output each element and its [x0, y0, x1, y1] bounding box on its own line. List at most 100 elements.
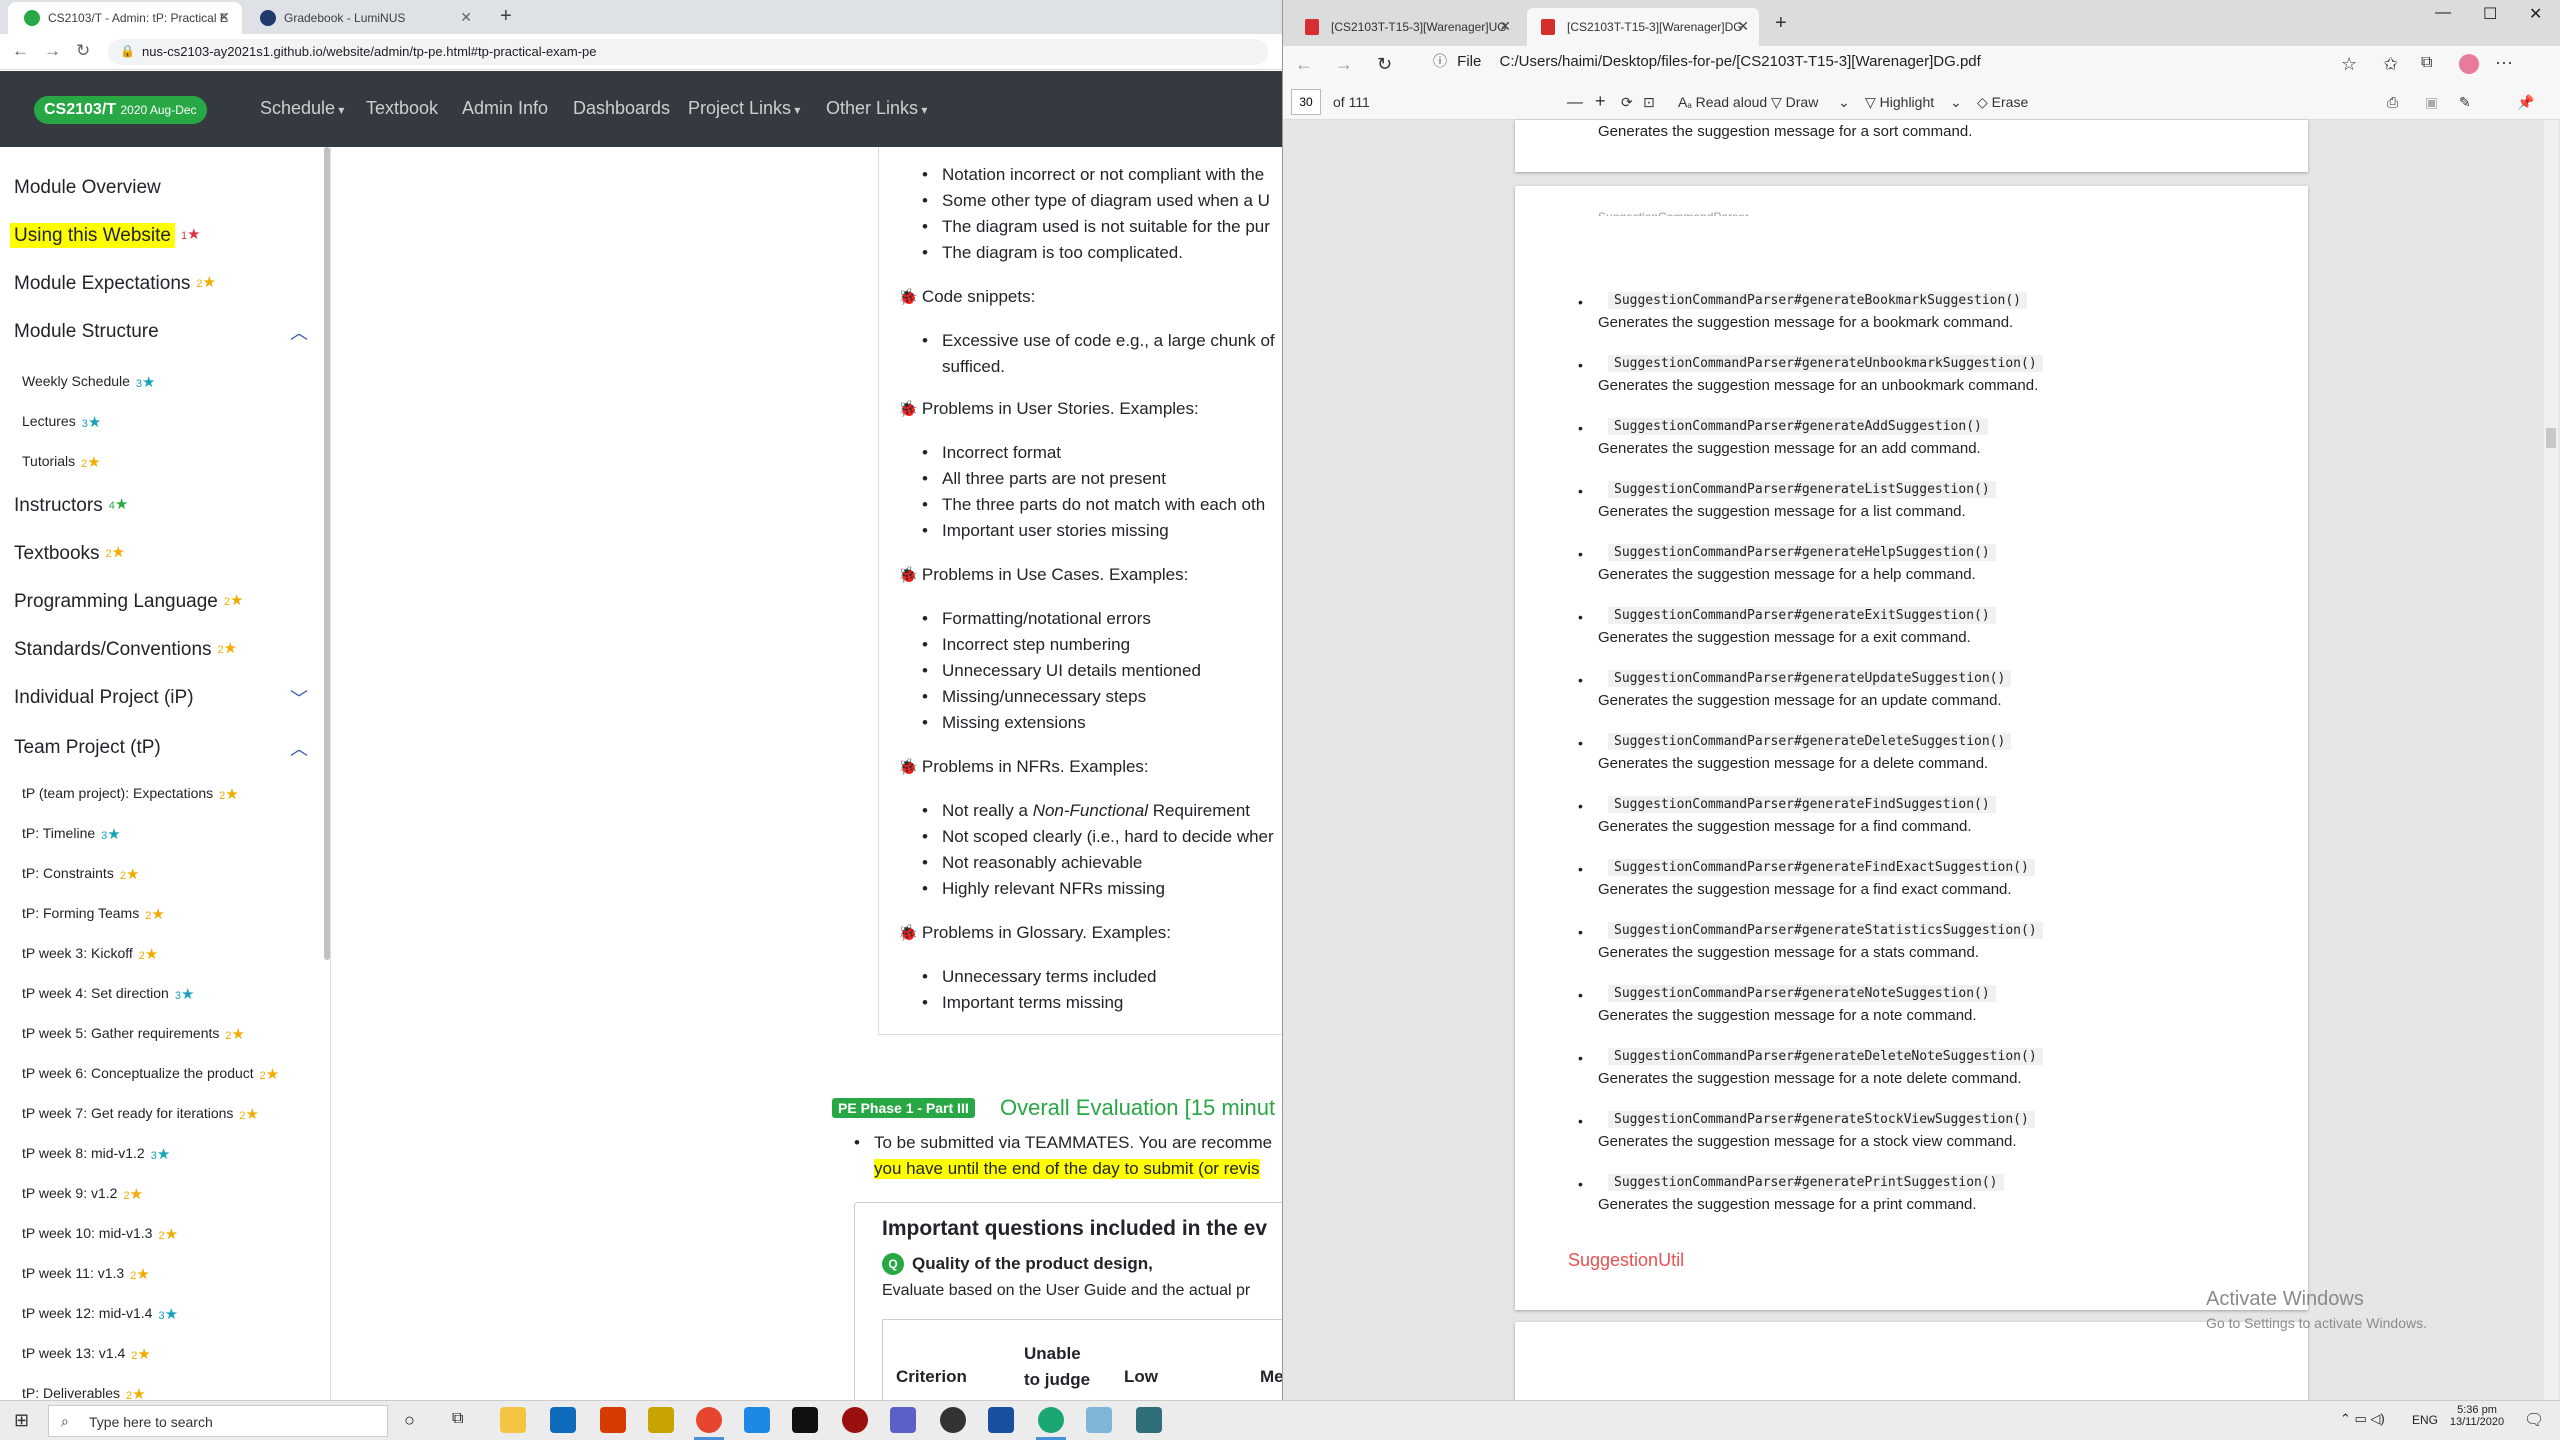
close-icon[interactable]: ✕: [460, 9, 472, 26]
close-icon[interactable]: ✕: [1499, 18, 1511, 35]
erase-button[interactable]: ◇ Erase: [1977, 94, 2028, 111]
sidebar-item[interactable]: Module Expectations 2★: [14, 273, 216, 295]
pdf-scrollbar[interactable]: [2544, 120, 2558, 1400]
app-icon[interactable]: [1136, 1407, 1162, 1433]
sidebar-item[interactable]: Weekly Schedule 3★: [22, 373, 156, 391]
clock[interactable]: 5:36 pm 13/11/2020: [2442, 1404, 2512, 1428]
close-window-icon[interactable]: ✕: [2529, 4, 2542, 24]
pdf-scrollbar-thumb[interactable]: [2546, 428, 2556, 448]
collections-icon[interactable]: ⧉: [2421, 54, 2432, 72]
file-explorer-icon[interactable]: [500, 1407, 526, 1433]
sidebar-item[interactable]: tP week 11: v1.3 2★: [22, 1265, 150, 1283]
sidebar-item[interactable]: tP (team project): Expectations 2★: [22, 785, 239, 803]
reload-icon[interactable]: ↻: [1377, 54, 1392, 75]
favorite-star-icon[interactable]: ☆: [2341, 54, 2357, 75]
outlook-icon[interactable]: [550, 1407, 576, 1433]
draw-dropdown-icon[interactable]: ⌄: [1838, 94, 1850, 111]
new-tab-icon[interactable]: +: [500, 5, 512, 28]
taskbar-search-box[interactable]: ⌕ Type here to search: [48, 1405, 388, 1437]
reload-icon[interactable]: ↻: [76, 41, 90, 61]
nav-other-links[interactable]: Other Links: [826, 98, 927, 119]
sidebar-item[interactable]: tP week 6: Conceptualize the product 2★: [22, 1065, 279, 1083]
sidebar-item[interactable]: tP week 5: Gather requirements 2★: [22, 1025, 245, 1043]
app-icon[interactable]: [1086, 1407, 1112, 1433]
pin-icon[interactable]: 📌: [2517, 94, 2534, 111]
zoom-out-icon[interactable]: —: [1567, 94, 1583, 112]
notifications-icon[interactable]: 🗨: [2524, 1410, 2544, 1430]
sidebar-item[interactable]: Programming Language 2★: [14, 591, 243, 613]
sidebar-item[interactable]: tP week 12: mid-v1.4 3★: [22, 1305, 178, 1323]
minimize-icon[interactable]: —: [2435, 4, 2451, 22]
favorites-icon[interactable]: ✩: [2383, 54, 2398, 75]
app-icon[interactable]: [842, 1407, 868, 1433]
url-field[interactable]: ⓘ File C:/Users/haimi/Desktop/files-for-…: [1433, 51, 1981, 71]
chrome-tab-cs2103[interactable]: CS2103/T - Admin: tP: Practical E ✕: [8, 2, 242, 34]
chevron-down-icon[interactable]: ﹀: [290, 685, 308, 711]
back-icon[interactable]: ←: [1295, 54, 1313, 75]
draw-button[interactable]: ▽ Draw: [1771, 94, 1818, 111]
sidebar-item[interactable]: tP week 8: mid-v1.2 3★: [22, 1145, 170, 1163]
highlight-button[interactable]: ▽ Highlight: [1865, 94, 1934, 111]
sidebar-item[interactable]: tP week 13: v1.4 2★: [22, 1345, 151, 1363]
nav-textbook[interactable]: Textbook: [366, 98, 438, 119]
sidebar-item[interactable]: tP week 3: Kickoff 2★: [22, 945, 158, 963]
app-icon[interactable]: [940, 1407, 966, 1433]
chevron-up-icon[interactable]: ︿: [290, 735, 308, 761]
zoom-in-icon[interactable]: +: [1595, 91, 1606, 112]
nav-project-links[interactable]: Project Links: [688, 98, 800, 119]
close-icon[interactable]: ✕: [1737, 18, 1749, 35]
forward-icon[interactable]: →: [1335, 54, 1353, 75]
edge-tab-dg[interactable]: [CS2103T-T15-3][Warenager]DG ✕: [1527, 8, 1759, 46]
sidebar-item[interactable]: tP: Constraints 2★: [22, 865, 139, 883]
vscode-icon[interactable]: [744, 1407, 770, 1433]
chrome-tab-gradebook[interactable]: Gradebook - LumiNUS ✕: [244, 2, 484, 34]
tray-icons[interactable]: ⌃ ▭ ◁): [2340, 1411, 2385, 1427]
sidebar-item[interactable]: Team Project (tP): [14, 737, 161, 759]
save-icon[interactable]: ▣: [2425, 94, 2438, 111]
sidebar-item[interactable]: Module Overview: [14, 177, 161, 199]
sidebar-item[interactable]: Module Structure: [14, 321, 159, 343]
language-indicator[interactable]: ENG: [2412, 1413, 2438, 1427]
sidebar-item[interactable]: Using this Website 1★: [10, 223, 201, 248]
print-icon[interactable]: ⎙: [2387, 94, 2398, 111]
windows-start-icon[interactable]: ⊞: [14, 1410, 29, 1431]
page-number-input[interactable]: 30: [1291, 89, 1321, 115]
close-icon[interactable]: ✕: [218, 9, 230, 26]
sidebar-item[interactable]: tP week 9: v1.2 2★: [22, 1185, 143, 1203]
nav-dashboards[interactable]: Dashboards: [573, 98, 670, 119]
nav-admin-info[interactable]: Admin Info: [462, 98, 548, 119]
back-icon[interactable]: ←: [12, 41, 29, 61]
new-tab-icon[interactable]: +: [1775, 12, 1787, 35]
edge-tab-ug[interactable]: [CS2103T-T15-3][Warenager]UG ✕: [1291, 8, 1521, 46]
task-view-icon[interactable]: ⧉: [452, 1410, 463, 1428]
cortana-icon[interactable]: ○: [404, 1410, 415, 1431]
forward-icon[interactable]: →: [44, 41, 61, 61]
sidebar-item[interactable]: tP week 10: mid-v1.3 2★: [22, 1225, 178, 1243]
intellij-icon[interactable]: [792, 1407, 818, 1433]
office-icon[interactable]: [600, 1407, 626, 1433]
fit-page-icon[interactable]: ⊡: [1643, 94, 1655, 111]
rotate-icon[interactable]: ⟳: [1621, 94, 1633, 111]
more-icon[interactable]: ···: [2495, 52, 2513, 73]
highlight-dropdown-icon[interactable]: ⌄: [1950, 94, 1962, 111]
chrome-icon[interactable]: [696, 1407, 722, 1433]
sidebar-item[interactable]: tP week 7: Get ready for iterations 2★: [22, 1105, 259, 1123]
brand-badge[interactable]: CS2103/T 2020 Aug-Dec: [34, 96, 207, 124]
sidebar-item[interactable]: tP: Deliverables 2★: [22, 1385, 146, 1400]
edge-icon[interactable]: [1038, 1407, 1064, 1433]
sidebar-item[interactable]: tP: Forming Teams 2★: [22, 905, 165, 923]
chevron-up-icon[interactable]: ︿: [290, 319, 308, 345]
sidebar-item[interactable]: Individual Project (iP): [14, 687, 194, 709]
sidebar-item[interactable]: Tutorials 2★: [22, 453, 101, 471]
teams-icon[interactable]: [890, 1407, 916, 1433]
sidebar-item[interactable]: Textbooks 2★: [14, 543, 125, 565]
save-as-icon[interactable]: ✎: [2459, 94, 2471, 111]
sidebar-item[interactable]: Lectures 3★: [22, 413, 101, 431]
sidebar-item[interactable]: tP week 4: Set direction 3★: [22, 985, 194, 1003]
read-aloud-button[interactable]: Aᵃ Read aloud: [1678, 94, 1767, 114]
maximize-icon[interactable]: ☐: [2483, 4, 2497, 24]
profile-avatar[interactable]: [2459, 54, 2479, 74]
nav-schedule[interactable]: Schedule: [260, 98, 344, 119]
sidebar-item[interactable]: tP: Timeline 3★: [22, 825, 121, 843]
sidebar-item[interactable]: Instructors 4★: [14, 495, 128, 517]
